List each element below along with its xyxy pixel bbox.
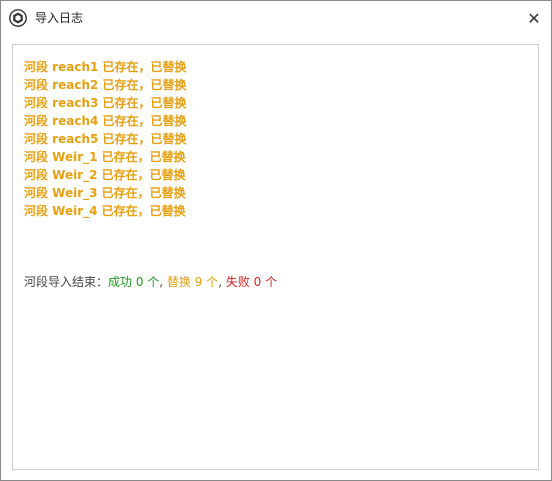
log-line: 河段 Weir_3 已存在，已替换 <box>24 186 186 200</box>
log-line: 河段 reach2 已存在，已替换 <box>24 78 187 92</box>
title-bar: 导入日志 ✕ <box>1 1 551 35</box>
log-output-panel[interactable]: 河段 reach1 已存在，已替换 河段 reach2 已存在，已替换 河段 r… <box>12 44 539 470</box>
summary-replaced-count: 替换 9 个 <box>166 275 219 289</box>
log-line: 河段 reach3 已存在，已替换 <box>24 96 187 110</box>
summary-success-count: 成功 0 个 <box>108 275 160 289</box>
summary-failed-count: 失败 0 个 <box>225 275 278 289</box>
log-line: 河段 Weir_4 已存在，已替换 <box>24 204 186 218</box>
log-lines: 河段 reach1 已存在，已替换 河段 reach2 已存在，已替换 河段 r… <box>24 58 187 220</box>
close-button[interactable]: ✕ <box>517 1 551 35</box>
summary-separator: , <box>159 275 167 289</box>
log-line: 河段 Weir_2 已存在，已替换 <box>24 168 186 182</box>
log-line: 河段 Weir_1 已存在，已替换 <box>24 150 186 164</box>
summary-prefix: 河段导入结束： <box>24 275 109 289</box>
log-line: 河段 reach4 已存在，已替换 <box>24 114 187 128</box>
log-line: 河段 reach5 已存在，已替换 <box>24 132 187 146</box>
app-logo-icon <box>9 9 27 27</box>
import-log-dialog: 导入日志 ✕ 河段 reach1 已存在，已替换 河段 reach2 已存在，已… <box>0 0 552 481</box>
log-line: 河段 reach1 已存在，已替换 <box>24 60 187 74</box>
summary-separator: , <box>218 275 226 289</box>
close-icon: ✕ <box>527 8 541 28</box>
window-title: 导入日志 <box>35 11 84 25</box>
import-summary: 河段导入结束：成功 0 个, 替换 9 个, 失败 0 个 <box>24 273 277 291</box>
